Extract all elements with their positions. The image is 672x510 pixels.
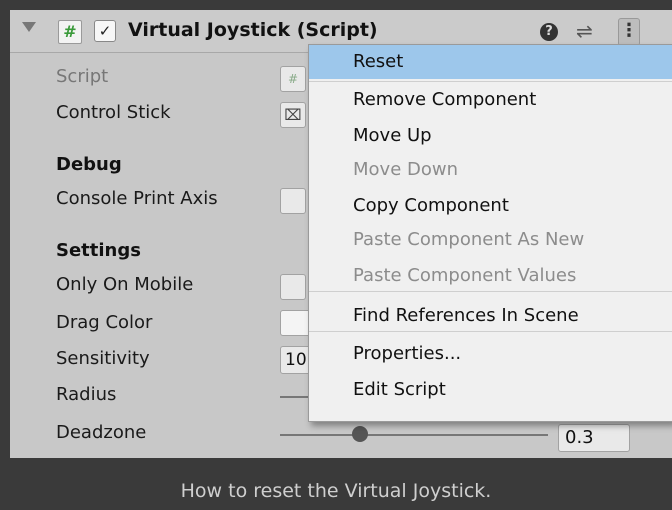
script-icon: # bbox=[58, 20, 82, 44]
presets-icon[interactable]: ⇌ bbox=[576, 19, 593, 43]
console-print-axis-checkbox[interactable] bbox=[280, 188, 306, 214]
menu-item-paste-component-as-new: Paste Component As New bbox=[353, 229, 585, 250]
script-field-label: Script bbox=[56, 66, 109, 87]
menu-separator bbox=[309, 81, 672, 82]
rect-transform-icon: ⌧ bbox=[284, 106, 302, 124]
only-on-mobile-label: Only On Mobile bbox=[56, 274, 194, 295]
menu-item-move-down: Move Down bbox=[353, 159, 458, 180]
deadzone-slider[interactable] bbox=[280, 434, 548, 436]
deadzone-input[interactable]: 0.3 bbox=[558, 424, 630, 452]
component-enabled-checkbox[interactable]: ✓ bbox=[94, 20, 116, 42]
script-object-field: # bbox=[280, 66, 306, 92]
menu-item-find-references-in-scene[interactable]: Find References In Scene bbox=[309, 299, 672, 333]
only-on-mobile-checkbox[interactable] bbox=[280, 274, 306, 300]
menu-item-reset[interactable]: Reset bbox=[309, 45, 672, 79]
menu-item-paste-component-values: Paste Component Values bbox=[353, 265, 577, 286]
component-title: Virtual Joystick (Script) bbox=[128, 19, 378, 41]
control-stick-field[interactable]: ⌧ bbox=[280, 102, 306, 128]
component-context-menu: Reset Remove Component Move Up Move Down Cop… bbox=[308, 44, 672, 422]
settings-header: Settings bbox=[56, 240, 141, 261]
menu-item-move-up[interactable]: Move Up bbox=[309, 119, 672, 153]
control-stick-label: Control Stick bbox=[56, 102, 171, 123]
menu-item-remove-component[interactable]: Remove Component bbox=[309, 83, 672, 117]
console-print-axis-label: Console Print Axis bbox=[56, 188, 218, 209]
radius-label: Radius bbox=[56, 384, 117, 405]
deadzone-label: Deadzone bbox=[56, 422, 147, 443]
sensitivity-label: Sensitivity bbox=[56, 348, 150, 369]
debug-header: Debug bbox=[56, 154, 122, 175]
deadzone-slider-handle[interactable] bbox=[352, 426, 369, 442]
menu-item-properties[interactable]: Properties... bbox=[309, 337, 672, 371]
menu-item-edit-script[interactable]: Edit Script bbox=[309, 373, 672, 407]
help-icon[interactable]: ? bbox=[540, 23, 558, 41]
drag-color-label: Drag Color bbox=[56, 312, 153, 333]
foldout-arrow-icon[interactable] bbox=[22, 22, 36, 32]
caption: How to reset the Virtual Joystick. bbox=[180, 480, 492, 502]
menu-item-copy-component[interactable]: Copy Component bbox=[309, 189, 672, 223]
component-menu-icon[interactable]: ⋮ bbox=[618, 18, 640, 46]
